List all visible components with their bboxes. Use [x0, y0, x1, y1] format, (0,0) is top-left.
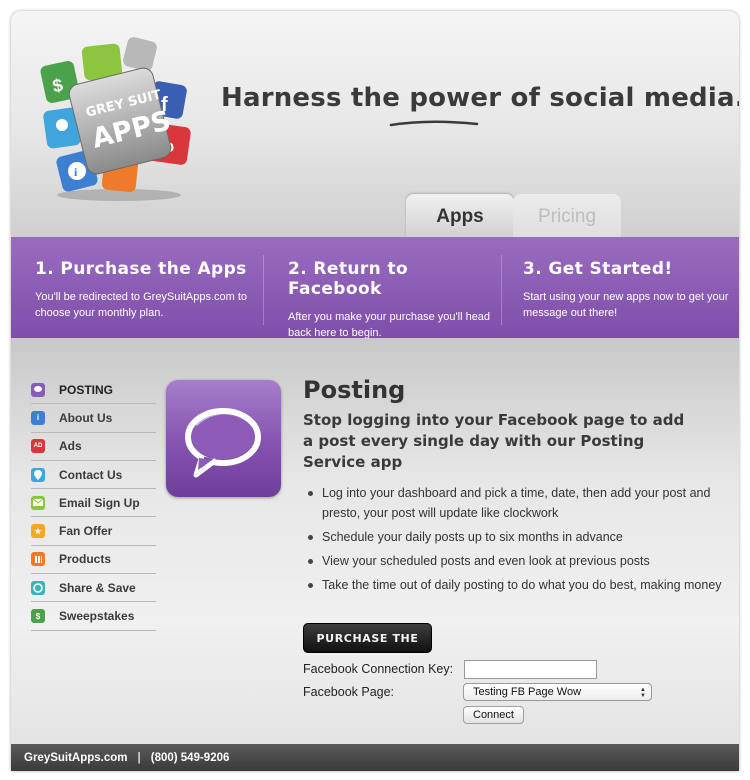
tab-pricing[interactable]: Pricing	[513, 194, 621, 238]
tagline-pre: Harness the	[221, 83, 410, 113]
sidebar-item-label: Fan Offer	[59, 524, 113, 539]
content-area: POSTING i About Us AD Ads Contact Us Ema…	[11, 338, 739, 744]
divider	[263, 255, 264, 325]
main-content: Posting Stop logging into your Facebook …	[303, 376, 723, 599]
footer-separator: |	[137, 752, 141, 764]
info-icon: i	[31, 410, 45, 425]
connection-key-label: Facebook Connection Key:	[303, 662, 454, 676]
step-purchase: 1. Purchase the Apps You'll be redirecte…	[35, 259, 255, 321]
sidebar-item-ads[interactable]: AD Ads	[31, 433, 156, 461]
connect-button[interactable]: Connect	[463, 706, 524, 724]
select-arrows-icon: ▲ ▼	[640, 687, 646, 699]
sidebar-item-email-sign-up[interactable]: Email Sign Up	[31, 489, 156, 518]
step-return: 2. Return to Facebook After you make you…	[288, 259, 508, 341]
page-frame: $ f AD i GREY SUIT APPS Harness the powe…	[11, 11, 739, 771]
steps-band: 1. Purchase the Apps You'll be redirecte…	[11, 237, 739, 341]
footer-phone: (800) 549-9206	[150, 752, 230, 764]
footer-site-link[interactable]: GreySuitApps.com	[24, 752, 128, 764]
list-item: Schedule your daily posts up to six mont…	[303, 527, 723, 547]
header: $ f AD i GREY SUIT APPS Harness the powe…	[11, 11, 739, 238]
list-item: Take the time out of daily posting to do…	[303, 575, 723, 595]
underline-swoosh	[389, 120, 479, 127]
sidebar-item-sweepstakes[interactable]: $ Sweepstakes	[31, 602, 156, 631]
list-item: Log into your dashboard and pick a time,…	[303, 483, 723, 523]
star-icon: ★	[31, 524, 45, 539]
step-title: 3. Get Started!	[523, 259, 673, 279]
ad-icon: AD	[31, 439, 45, 454]
step-text: After you make your purchase you'll head…	[288, 311, 491, 339]
connection-key-input[interactable]	[464, 660, 597, 679]
step-text: You'll be redirected to GreySuitApps.com…	[35, 291, 248, 319]
facebook-page-select[interactable]: Testing FB Page Wow ▲ ▼	[463, 683, 652, 701]
sidebar-item-fan-offer[interactable]: ★ Fan Offer	[31, 517, 156, 546]
feature-list: Log into your dashboard and pick a time,…	[303, 483, 723, 595]
divider	[501, 255, 502, 325]
step-title: 1. Purchase the Apps	[35, 259, 247, 279]
sidebar-item-contact-us[interactable]: Contact Us	[31, 461, 156, 490]
map-pin-icon	[31, 467, 45, 482]
share-icon	[31, 580, 45, 595]
tagline-highlight: power	[409, 83, 502, 113]
sidebar-item-label: About Us	[59, 410, 113, 425]
footer: GreySuitApps.com | (800) 549-9206	[11, 744, 739, 771]
sidebar-nav: POSTING i About Us AD Ads Contact Us Ema…	[31, 376, 156, 631]
list-item: View your scheduled posts and even look …	[303, 551, 723, 571]
speech-bubble-icon	[31, 382, 45, 397]
facebook-page-label: Facebook Page:	[303, 685, 395, 699]
posting-app-icon	[166, 380, 281, 497]
speech-bubble-icon	[185, 408, 261, 478]
products-icon	[31, 552, 45, 567]
step-title: 2. Return to Facebook	[288, 259, 409, 299]
step-get-started: 3. Get Started! Start using your new app…	[523, 259, 733, 321]
sidebar-item-label: Share & Save	[59, 580, 136, 595]
sidebar-item-label: Ads	[59, 439, 82, 454]
sidebar-item-label: Sweepstakes	[59, 609, 135, 624]
sidebar-item-posting[interactable]: POSTING	[31, 376, 156, 405]
purchase-apps-button[interactable]: PURCHASE THE APPS	[303, 623, 432, 675]
sidebar-item-label: POSTING	[59, 382, 114, 397]
email-icon	[31, 495, 45, 510]
selected-page: Testing FB Page Wow	[473, 686, 582, 698]
sidebar-item-label: Products	[59, 552, 112, 567]
sidebar-item-products[interactable]: Products	[31, 546, 156, 575]
money-bag-icon: $	[31, 609, 45, 624]
page-title: Posting	[303, 376, 406, 404]
page-subtitle: Stop logging into your Facebook page to …	[303, 411, 685, 471]
tagline: Harness the power of social media.	[221, 83, 739, 113]
tagline-post: of social media.	[501, 83, 739, 113]
sidebar-item-share-save[interactable]: Share & Save	[31, 574, 156, 603]
sidebar-item-about-us[interactable]: i About Us	[31, 404, 156, 433]
sidebar-item-label: Email Sign Up	[59, 495, 140, 510]
sidebar-item-label: Contact Us	[59, 467, 123, 482]
grey-suit-apps-logo: $ f AD i GREY SUIT APPS	[40, 37, 191, 201]
tab-apps[interactable]: Apps	[406, 194, 514, 238]
step-text: Start using your new apps now to get you…	[523, 291, 729, 319]
